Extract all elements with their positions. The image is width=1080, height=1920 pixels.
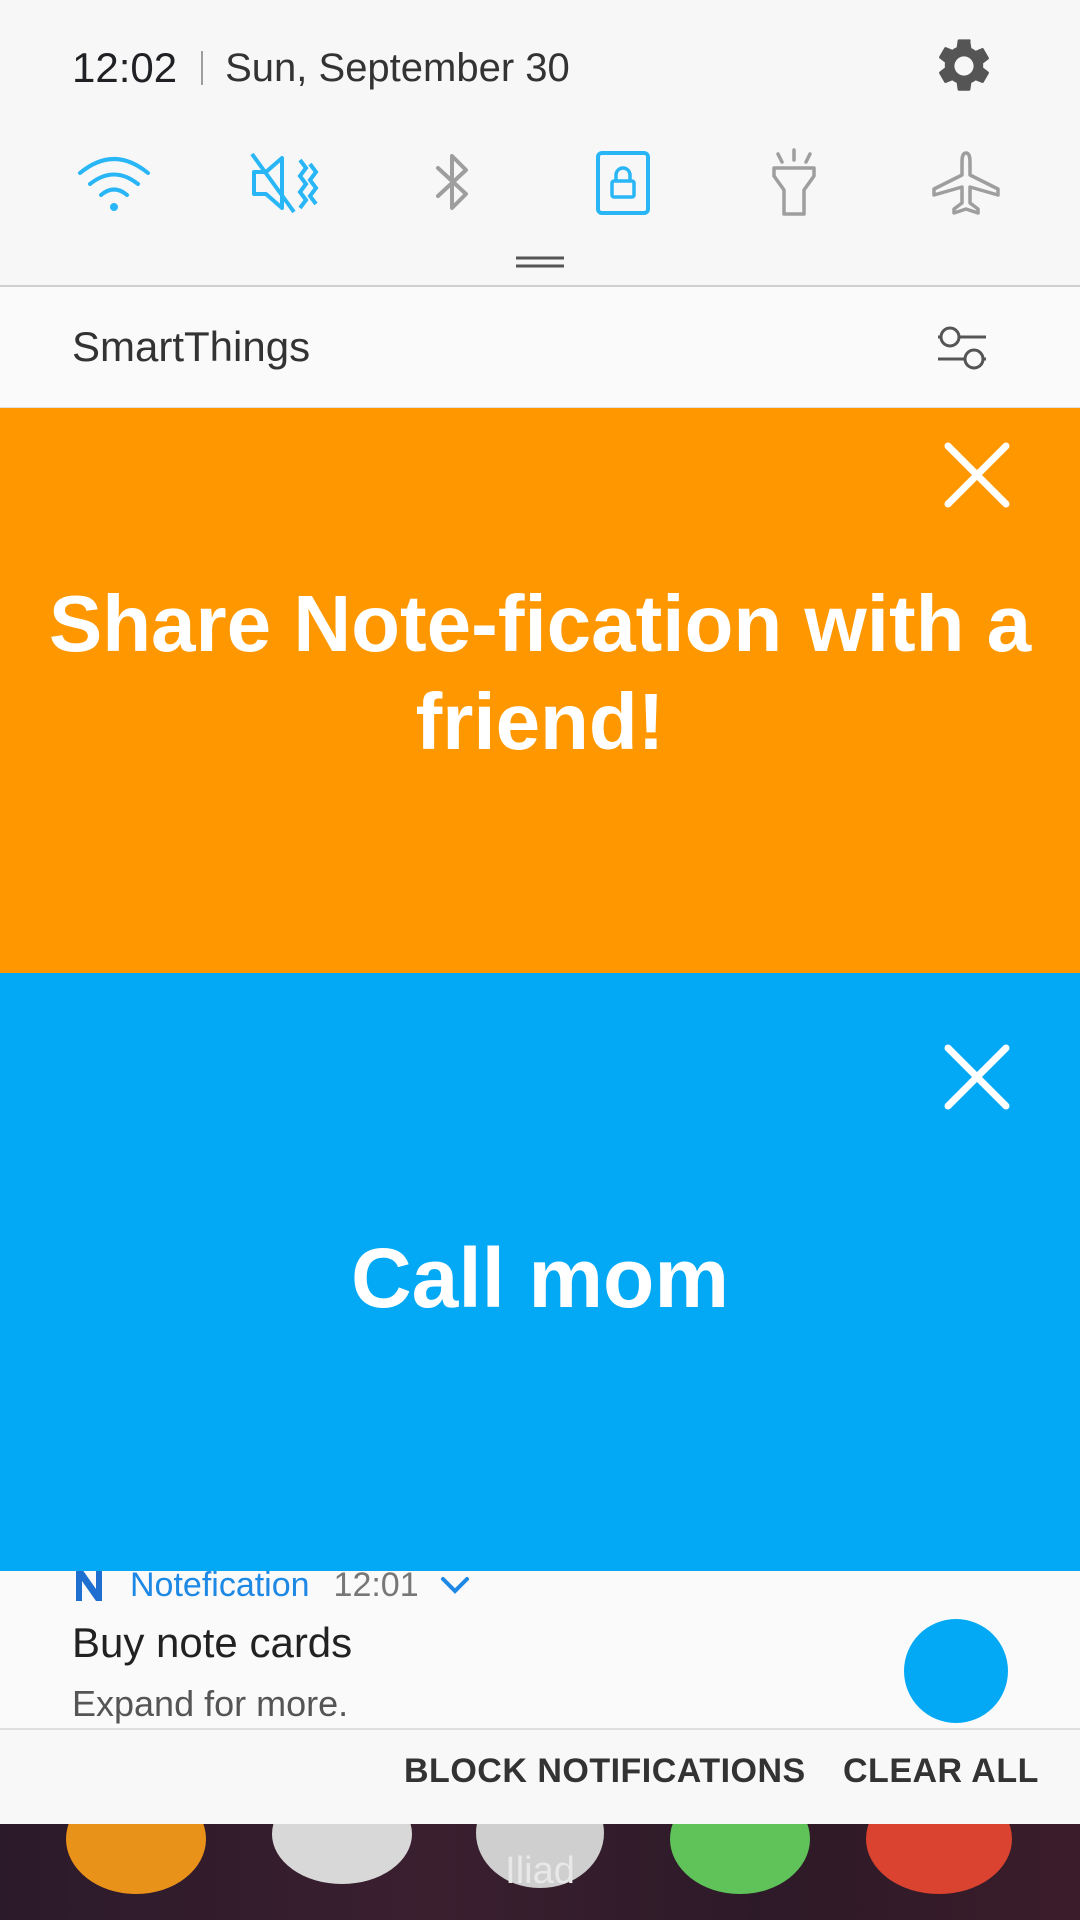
smartthings-label: SmartThings — [72, 323, 311, 370]
flashlight-toggle[interactable] — [749, 138, 839, 228]
smartthings-options-icon[interactable] — [932, 319, 992, 379]
flashlight-icon — [772, 148, 816, 216]
notification-app-name: Notefication — [130, 1571, 310, 1604]
bluetooth-toggle[interactable] — [408, 138, 498, 228]
chevron-down-icon[interactable] — [439, 1575, 471, 1595]
airplane-icon — [932, 151, 1000, 215]
block-notifications-button[interactable]: BLOCK NOTIFICATIONS — [404, 1752, 806, 1791]
clear-all-button[interactable]: CLEAR ALL — [843, 1752, 1039, 1791]
notification-title: Buy note cards — [72, 1619, 353, 1666]
bluetooth-icon — [436, 154, 468, 210]
date-text: Sun, September 30 — [225, 45, 570, 90]
notefication-app-icon — [76, 1571, 102, 1601]
notification-card[interactable]: Notefication 12:01 Buy note cards Expand… — [0, 1571, 1080, 1728]
clock-time: 12:02 — [72, 44, 178, 91]
share-card-close-icon[interactable] — [942, 440, 1012, 510]
call-mom-card-close-icon[interactable] — [942, 1042, 1012, 1112]
rotation-lock-icon — [596, 151, 650, 215]
notification-actions-bar: BLOCK NOTIFICATIONS CLEAR ALL — [0, 1728, 1080, 1826]
rotation-lock-toggle[interactable] — [578, 138, 668, 228]
time-date-separator — [201, 51, 204, 85]
airplane-mode-toggle[interactable] — [921, 138, 1011, 228]
wifi-toggle[interactable] — [69, 138, 159, 228]
mute-icon — [250, 152, 319, 214]
notification-time: 12:01 — [333, 1571, 419, 1604]
call-mom-card-text: Call mom — [350, 1231, 730, 1325]
sound-toggle[interactable] — [239, 138, 329, 228]
notification-header: Notefication 12:01 — [72, 1571, 471, 1605]
notification-body: Expand for more. — [72, 1683, 349, 1724]
status-time-date: 12:02 Sun, September 30 — [72, 40, 570, 96]
smartthings-row[interactable]: SmartThings — [0, 287, 1080, 408]
share-card-text: Share Note-fication with a friend! — [48, 579, 1032, 766]
panel-drag-handle[interactable] — [514, 254, 566, 268]
wifi-icon — [78, 157, 150, 211]
settings-gear-icon[interactable] — [932, 34, 996, 98]
notification-action-button[interactable] — [904, 1619, 1008, 1723]
quick-toggles — [0, 138, 1080, 228]
carrier-label: Iliad — [505, 1850, 575, 1892]
